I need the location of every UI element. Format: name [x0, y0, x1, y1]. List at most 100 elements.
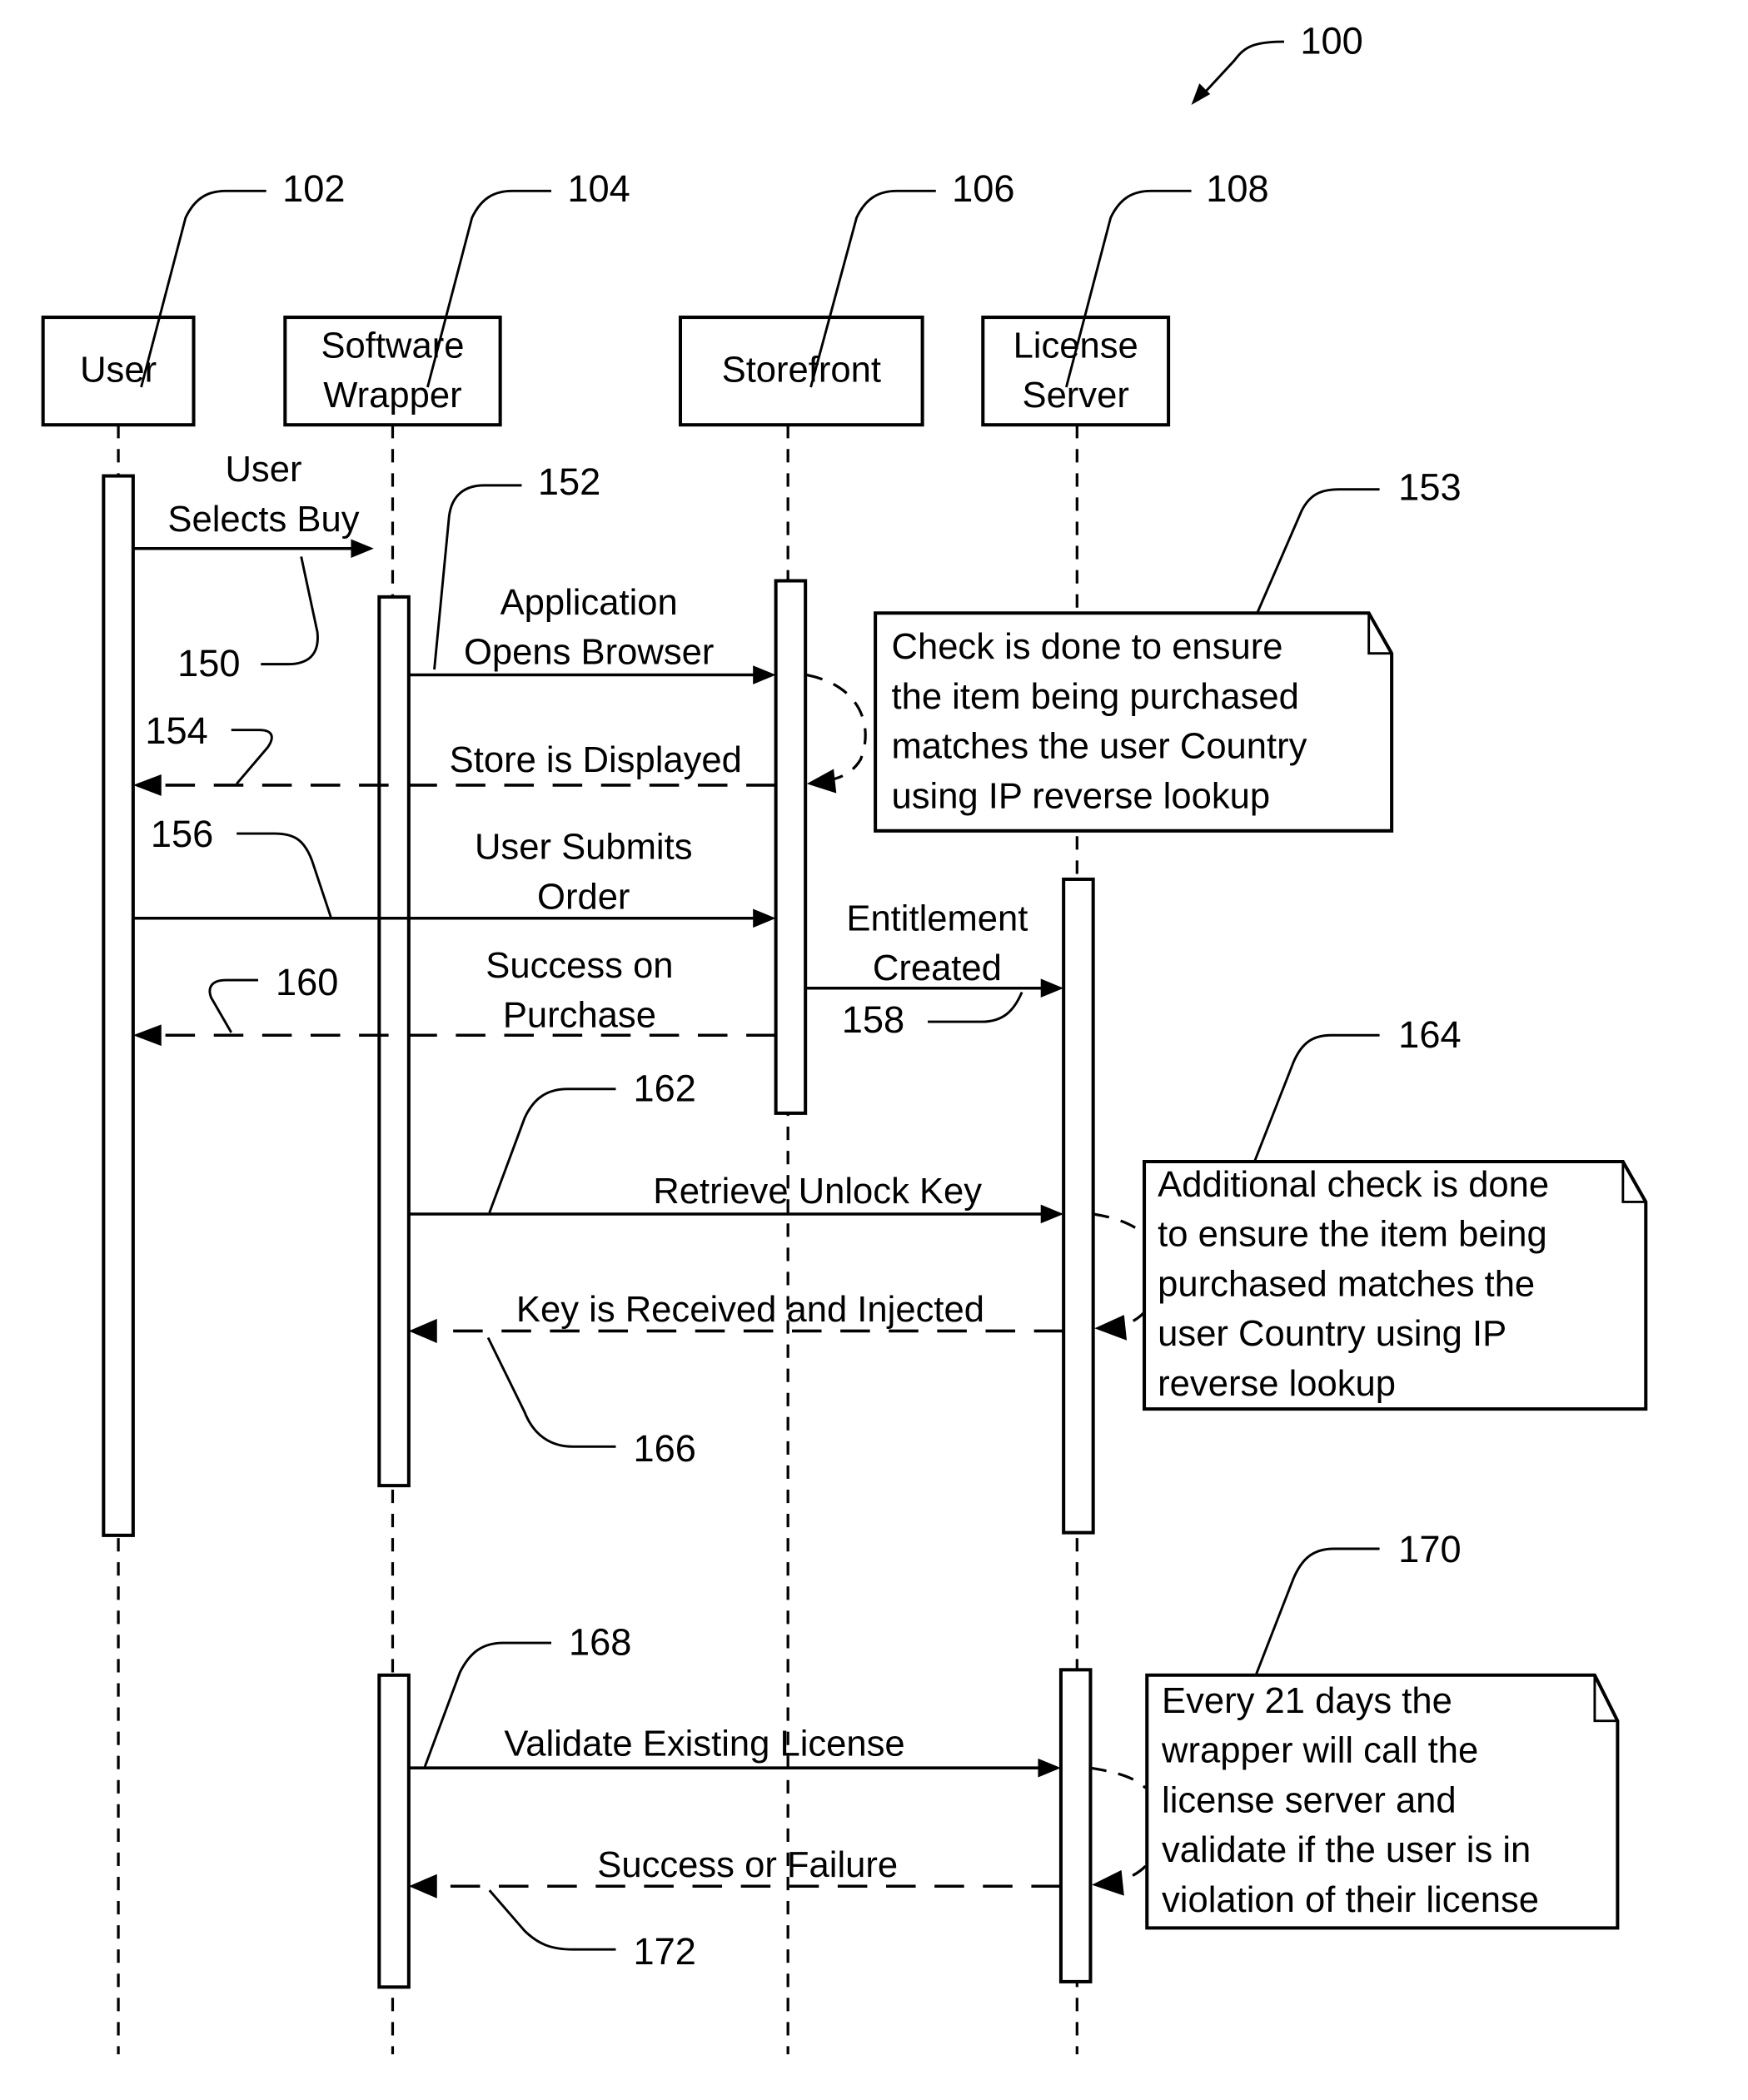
ref-166: 166 [633, 1427, 695, 1470]
participant-storefront: Storefront [678, 316, 924, 427]
message-user-selects-buy: User Selects Buy 150 [132, 450, 374, 684]
ref-152: 152 [538, 460, 600, 503]
message-key-received-injected: Key is Received and Injected 166 [408, 1290, 1064, 1470]
ref-164: 164 [1398, 1013, 1461, 1056]
note-153: Check is done to ensure the item being p… [806, 466, 1462, 833]
note-line: Check is done to ensure [891, 627, 1282, 667]
note-line: purchased matches the [1158, 1264, 1535, 1304]
message-label: Success or Failure [597, 1845, 898, 1885]
ref-162: 162 [633, 1067, 695, 1109]
participant-label: Storefront [722, 351, 881, 391]
note-line: to ensure the item being [1158, 1215, 1547, 1255]
message-label-line2: Order [537, 877, 630, 917]
ref-150: 150 [177, 642, 240, 684]
arrowhead-icon [1038, 1758, 1061, 1778]
activation-wrapper-1 [377, 595, 411, 1488]
message-label: Validate Existing License [504, 1724, 904, 1764]
message-label: Retrieve Unlock Key [653, 1172, 982, 1212]
message-application-opens-browser: Application Opens Browser 152 [408, 460, 776, 684]
note-line: reverse lookup [1158, 1364, 1396, 1404]
ref-label: 100 [1300, 20, 1362, 62]
note-line: Additional check is done [1158, 1165, 1549, 1205]
ref-160: 160 [276, 961, 338, 1003]
note-arrowhead-icon [1094, 1315, 1128, 1341]
note-line: validate if the user is in [1162, 1830, 1531, 1870]
activation-license-1 [1062, 877, 1095, 1535]
participant-label-line2: Wrapper [323, 376, 461, 416]
message-label-line1: Success on [486, 946, 673, 986]
ref-leader-170 [1254, 1547, 1380, 1676]
message-label: Key is Received and Injected [516, 1290, 984, 1330]
message-success-or-failure: Success or Failure 172 [408, 1845, 1061, 1973]
message-label-line1: Application [500, 583, 678, 623]
arrowhead-icon [132, 774, 162, 796]
ref-leader-158 [928, 991, 1023, 1023]
ref-108: 108 [1206, 167, 1268, 210]
message-store-is-displayed: Store is Displayed 154 [132, 709, 776, 796]
ref-leader-153 [1256, 488, 1380, 614]
message-label-line1: User Submits [475, 828, 693, 868]
note-line: user Country using IP [1158, 1314, 1506, 1354]
figure-ref-100: 100 [1191, 20, 1363, 105]
figure-ref-leader [1199, 40, 1284, 98]
note-line: using IP reverse lookup [891, 776, 1270, 816]
arrowhead-icon [408, 1318, 437, 1343]
participant-label-line1: License [1013, 326, 1138, 366]
ref-leader-150 [261, 556, 319, 666]
message-label-line2: Created [873, 948, 1002, 988]
ref-170: 170 [1398, 1528, 1461, 1570]
ref-104: 104 [567, 167, 630, 210]
message-label-line2: Selects Buy [167, 500, 359, 540]
note-arrowhead-icon [1092, 1869, 1124, 1896]
note-line: wrapper will call the [1161, 1731, 1478, 1771]
arrowhead-icon [351, 539, 374, 559]
ref-154: 154 [145, 709, 207, 752]
note-connector [806, 673, 867, 784]
ref-153: 153 [1398, 466, 1461, 509]
message-label-line1: Entitlement [846, 898, 1028, 938]
arrowhead-icon [753, 908, 776, 928]
message-validate-existing-license: Validate Existing License 168 [408, 1621, 1061, 1778]
ref-106: 106 [952, 167, 1014, 210]
ref-leader-156 [237, 832, 332, 918]
ref-leader-160 [208, 978, 259, 1033]
note-line: license server and [1162, 1780, 1457, 1820]
ref-leader-166 [486, 1336, 616, 1448]
message-entitlement-created: Entitlement Created 158 [805, 898, 1064, 1041]
message-label-line2: Purchase [503, 996, 656, 1036]
message-retrieve-unlock-key: Retrieve Unlock Key 162 [408, 1067, 1064, 1224]
participant-label-line2: Server [1023, 376, 1129, 416]
ref-102: 102 [282, 167, 345, 210]
message-label-line1: User [225, 450, 301, 490]
message-success-on-purchase: Success on Purchase 160 [132, 946, 776, 1047]
message-label: Store is Displayed [450, 740, 742, 780]
note-line: Every 21 days the [1162, 1681, 1452, 1721]
message-user-submits-order: User Submits Order 156 [132, 813, 776, 928]
ref-172: 172 [633, 1930, 695, 1973]
arrowhead-icon [1040, 978, 1064, 998]
note-arrowhead-icon [806, 769, 837, 794]
note-connector [1090, 1766, 1147, 1789]
note-170: Every 21 days the wrapper will call the … [1090, 1528, 1620, 1930]
activation-storefront [774, 579, 808, 1115]
arrowhead-icon [753, 665, 776, 684]
participant-user: User [41, 316, 196, 427]
ref-156: 156 [151, 813, 213, 855]
participant-license-server: License Server [981, 316, 1171, 427]
message-label-line2: Opens Browser [464, 633, 714, 673]
figure-ref-arrowhead-icon [1191, 83, 1211, 105]
note-line: matches the user Country [891, 727, 1307, 767]
note-line: the item being purchased [891, 677, 1298, 717]
activation-wrapper-2 [377, 1673, 411, 1989]
ref-leader-164 [1253, 1033, 1380, 1162]
participant-software-wrapper: Software Wrapper [283, 316, 502, 427]
note-line: violation of their license [1162, 1880, 1539, 1920]
arrowhead-icon [132, 1024, 162, 1047]
arrowhead-icon [408, 1874, 437, 1898]
ref-leader-154 [231, 729, 273, 785]
sequence-diagram: 100 User Software Wrapper Storefront Lic… [41, 20, 1648, 2055]
ref-168: 168 [569, 1621, 631, 1664]
note-connector [1093, 1212, 1147, 1238]
activation-user [102, 474, 135, 1537]
note-164: Additional check is done to ensure the i… [1093, 1013, 1648, 1411]
